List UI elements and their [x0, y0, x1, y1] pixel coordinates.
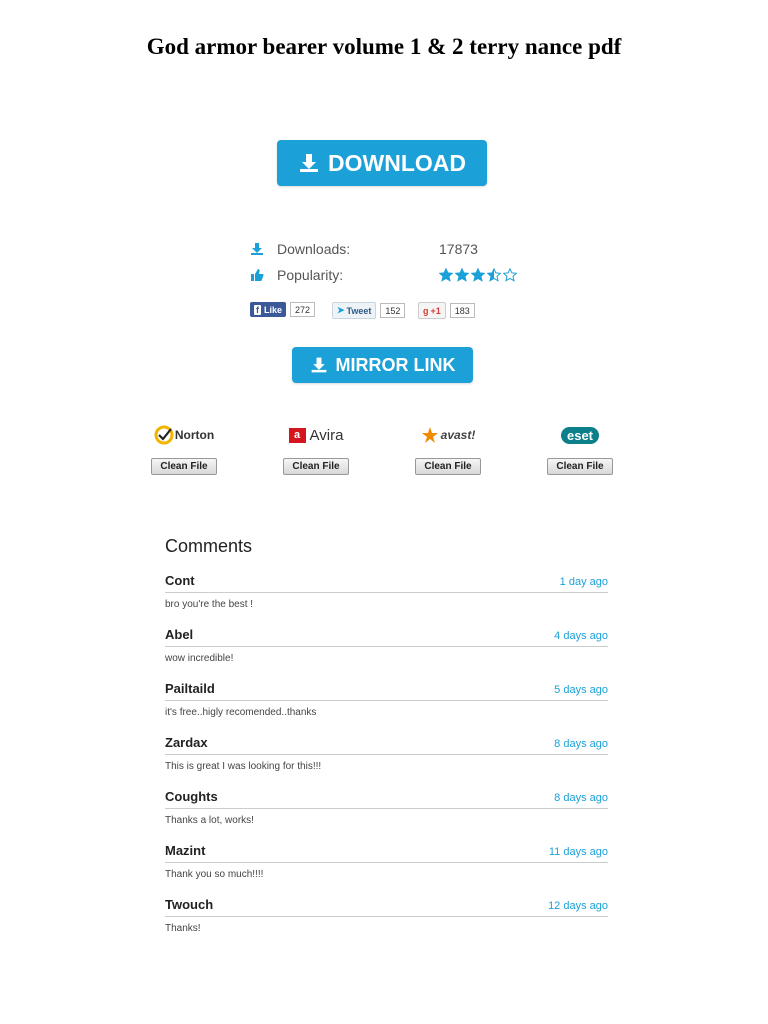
facebook-like-widget[interactable]: f Like 272 — [250, 302, 316, 317]
eset-logo: eset — [535, 422, 625, 448]
mirror-link-button[interactable]: MIRROR LINK — [292, 347, 473, 383]
clean-file-badge: Clean File — [415, 458, 481, 475]
norton-name: Norton — [174, 428, 215, 442]
comment-author: Cont — [165, 573, 195, 588]
comment-author: Mazint — [165, 843, 206, 858]
comments-heading: Comments — [165, 536, 253, 556]
facebook-like-button[interactable]: f Like — [250, 302, 287, 317]
eset-name: eset — [560, 426, 600, 444]
star-half-icon — [487, 268, 501, 282]
avira-icon: a — [288, 427, 306, 443]
comment-text: bro you're the best ! — [165, 599, 254, 610]
comment-time[interactable]: 1 day ago — [560, 576, 608, 588]
comment-text: Thank you so much!!!! — [165, 869, 264, 880]
star-full-icon — [471, 268, 485, 282]
popularity-label: Popularity: — [277, 267, 344, 283]
popularity-stars — [439, 268, 517, 282]
clean-file-badge: Clean File — [151, 458, 217, 475]
avast-logo: avast! — [403, 422, 493, 448]
eset-scan: eset Clean File — [535, 422, 625, 475]
facebook-like-label: Like — [264, 304, 283, 315]
comment-author: Zardax — [165, 735, 208, 750]
thumbs-up-icon — [250, 268, 264, 282]
comment-item: Pailtaild 5 days ago it's free..higly rec… — [165, 681, 608, 735]
comment-item: Mazint 11 days ago Thank you so much!!!! — [165, 843, 608, 897]
comment-item: Coughts 8 days ago Thanks a lot, works! — [165, 789, 608, 843]
clean-file-badge: Clean File — [547, 458, 613, 475]
tweet-label: Tweet — [346, 305, 372, 316]
avira-name: Avira — [309, 426, 344, 444]
avast-star-icon — [421, 427, 438, 443]
download-count-icon — [250, 242, 264, 256]
page-title: God armor bearer volume 1 & 2 terry nanc… — [146, 34, 622, 59]
star-full-icon — [455, 268, 469, 282]
comment-time[interactable]: 11 days ago — [549, 846, 608, 858]
facebook-like-count: 272 — [290, 302, 316, 317]
comment-item: Zardax 8 days ago This is great I was loo… — [165, 735, 608, 789]
comment-time[interactable]: 5 days ago — [554, 684, 608, 696]
download-icon — [311, 357, 326, 373]
download-button-label: DOWNLOAD — [328, 149, 466, 176]
avira-logo: a Avira — [271, 422, 361, 448]
gplus-count: 183 — [449, 303, 475, 318]
comments-section: Comments Cont 1 day ago bro you're the be… — [165, 536, 608, 951]
gplus-widget[interactable]: g +1 183 — [418, 302, 475, 319]
avast-name: avast! — [440, 428, 476, 442]
popularity-row: Popularity: — [250, 267, 517, 283]
downloads-row: Downloads: 17873 — [250, 241, 478, 257]
norton-scan: Norton Clean File — [139, 422, 229, 475]
downloads-value: 17873 — [439, 241, 478, 257]
norton-check-icon — [154, 425, 174, 445]
comment-author: Coughts — [165, 789, 218, 804]
download-icon — [300, 154, 318, 172]
gplus-label: +1 — [430, 305, 441, 316]
star-full-icon — [439, 268, 453, 282]
comment-author: Pailtaild — [165, 681, 215, 696]
comment-item: Abel 4 days ago wow incredible! — [165, 627, 608, 681]
comment-item: Cont 1 day ago bro you're the best ! — [165, 573, 608, 627]
tweet-button[interactable]: ➤ Tweet — [332, 302, 377, 319]
twitter-bird-icon: ➤ — [337, 305, 345, 315]
comment-time[interactable]: 4 days ago — [554, 630, 608, 642]
tweet-count: 152 — [380, 303, 406, 318]
comment-text: Thanks! — [165, 923, 201, 934]
download-button[interactable]: DOWNLOAD — [277, 140, 487, 186]
comment-time[interactable]: 8 days ago — [554, 792, 608, 804]
facebook-icon: f — [254, 304, 261, 315]
comment-text: This is great I was looking for this!!! — [165, 761, 322, 772]
downloads-label: Downloads: — [277, 241, 351, 257]
star-empty-icon — [503, 268, 517, 282]
mirror-link-label: MIRROR LINK — [335, 354, 456, 375]
comment-text: Thanks a lot, works! — [165, 815, 254, 826]
clean-file-badge: Clean File — [283, 458, 349, 475]
comment-text: wow incredible! — [165, 653, 234, 664]
gplus-button[interactable]: g +1 — [418, 302, 446, 319]
comment-author: Twouch — [165, 897, 214, 912]
comment-list: Cont 1 day ago bro you're the best ! Abel… — [165, 573, 608, 951]
avira-scan: a Avira Clean File — [271, 422, 361, 475]
comment-author: Abel — [165, 627, 194, 642]
avast-scan: avast! Clean File — [403, 422, 493, 475]
gplus-icon: g — [423, 305, 429, 316]
comment-time[interactable]: 12 days ago — [548, 900, 608, 912]
twitter-tweet-widget[interactable]: ➤ Tweet 152 — [332, 302, 406, 319]
comment-item: Twouch 12 days ago Thanks! — [165, 897, 608, 951]
comment-text: it's free..higly recomended..thanks — [165, 707, 317, 718]
comment-time[interactable]: 8 days ago — [554, 738, 608, 750]
norton-logo: Norton — [139, 422, 229, 448]
